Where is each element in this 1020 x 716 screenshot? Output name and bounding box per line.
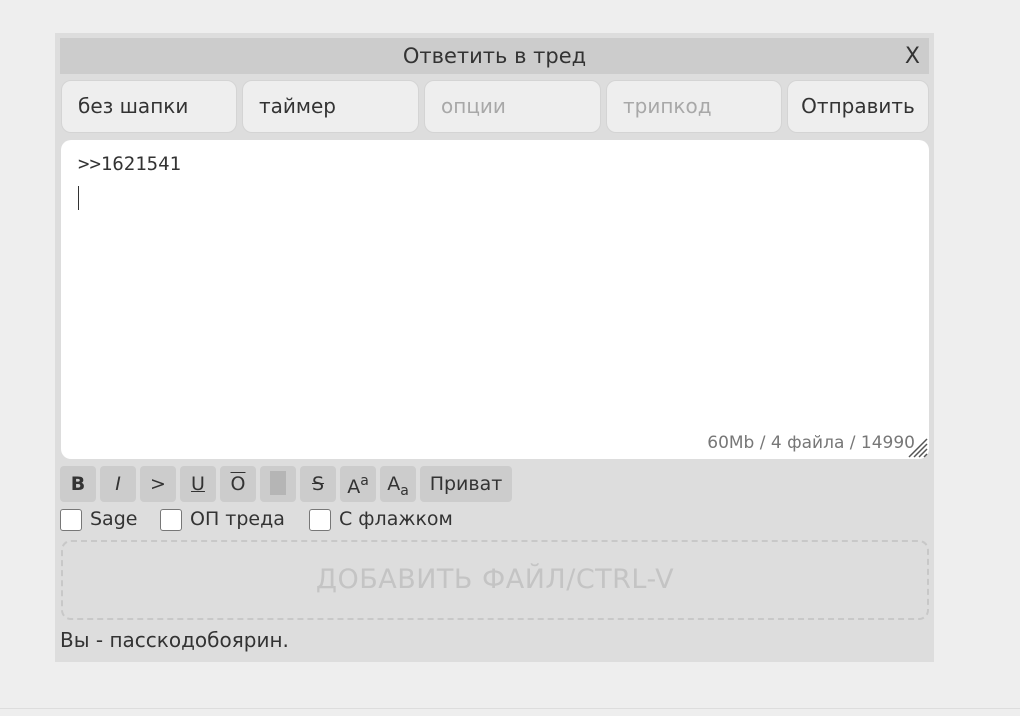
file-dropzone[interactable]: ДОБАВИТЬ ФАЙЛ/CTRL-V [61, 540, 929, 620]
passcode-status: Вы - пасскодобоярин. [60, 628, 289, 652]
submit-button[interactable]: Отправить [787, 80, 929, 133]
text-caret [78, 186, 79, 210]
reply-form: Ответить в тред X без шапки таймер опции… [55, 33, 934, 662]
subject-field[interactable]: без шапки [61, 80, 237, 133]
quote-button[interactable]: > [140, 466, 176, 502]
resize-handle-icon[interactable] [906, 436, 928, 458]
form-title: Ответить в тред [402, 44, 587, 68]
flag-checkbox-box[interactable] [309, 509, 331, 531]
message-textarea[interactable]: >>1621541 60Mb / 4 файла / 14990 [61, 140, 929, 459]
op-checkbox-box[interactable] [160, 509, 182, 531]
options-field[interactable]: опции [424, 80, 601, 133]
overline-button[interactable]: O [220, 466, 256, 502]
subscript-button[interactable]: Aa [380, 466, 416, 502]
sage-checkbox-box[interactable] [60, 509, 82, 531]
page-divider [0, 708, 1020, 709]
form-titlebar[interactable]: Ответить в тред X [60, 38, 929, 74]
timer-field[interactable]: таймер [242, 80, 419, 133]
italic-button[interactable]: I [100, 466, 136, 502]
superscript-button[interactable]: Aa [340, 466, 376, 502]
spoiler-button[interactable] [260, 466, 296, 502]
sage-label: Sage [90, 508, 138, 530]
op-label: ОП треда [190, 508, 285, 530]
limits-counter: 60Mb / 4 файла / 14990 [707, 433, 915, 453]
superscript-base: A [347, 476, 361, 498]
close-button[interactable]: X [905, 38, 920, 74]
underline-button[interactable]: U [180, 466, 216, 502]
tripcode-field[interactable]: трипкод [606, 80, 782, 133]
private-button[interactable]: Приват [420, 466, 512, 502]
flag-label: С флажком [339, 508, 453, 530]
superscript-mark: a [360, 473, 369, 489]
bold-button[interactable]: B [60, 466, 96, 502]
subscript-mark: a [400, 483, 409, 499]
subscript-base: A [387, 473, 401, 495]
message-text: >>1621541 [78, 153, 181, 175]
strike-button[interactable]: S [300, 466, 336, 502]
spoiler-icon [270, 471, 286, 495]
